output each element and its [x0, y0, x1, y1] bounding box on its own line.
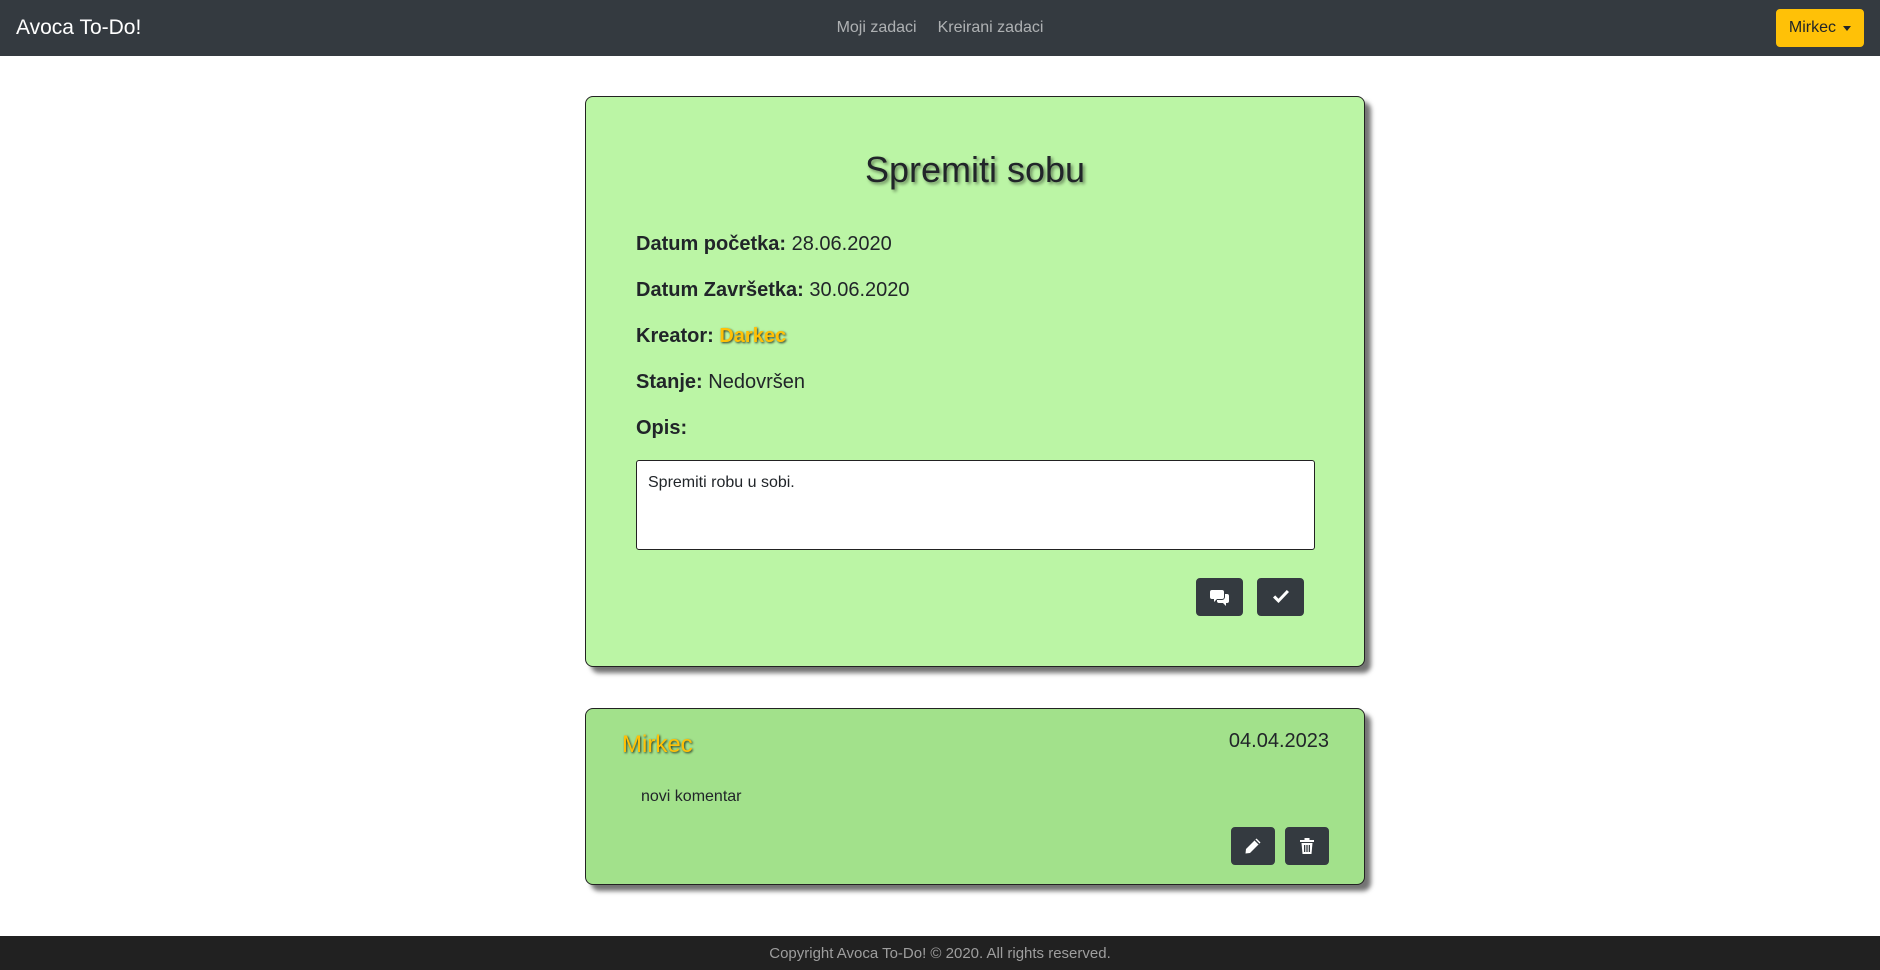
status-value: Nedovršen — [708, 371, 805, 393]
navbar: Avoca To-Do! Moji zadaci Kreirani zadaci… — [0, 0, 1880, 56]
footer: Copyright Avoca To-Do! © 2020. All right… — [0, 936, 1880, 970]
navbar-brand[interactable]: Avoca To-Do! — [16, 16, 141, 40]
nav-links: Moji zadaci Kreirani zadaci — [0, 0, 1880, 56]
status-row: Stanje: Nedovršen — [636, 369, 1314, 395]
task-actions — [1196, 578, 1304, 616]
comment-date: 04.04.2023 — [1228, 730, 1329, 752]
nav-link-kreirani-zadaci[interactable]: Kreirani zadaci — [938, 19, 1044, 37]
check-icon — [1272, 590, 1289, 603]
creator-label: Kreator: — [636, 325, 714, 347]
task-card: Spremiti sobu Datum početka: 28.06.2020 … — [585, 96, 1365, 667]
description-label: Opis: — [636, 417, 688, 439]
user-menu-label: Mirkec — [1788, 19, 1836, 36]
end-date-label: Datum Završetka: — [636, 279, 804, 301]
task-title: Spremiti sobu — [864, 149, 1086, 190]
caret-down-icon — [1843, 25, 1851, 31]
end-date-value: 30.06.2020 — [809, 279, 910, 301]
creator-link[interactable]: Darkec — [719, 325, 786, 347]
description-box[interactable]: Spremiti robu u sobi. — [636, 460, 1315, 550]
user-menu-button[interactable]: Mirkec — [1775, 9, 1864, 47]
end-date-row: Datum Završetka: 30.06.2020 — [636, 277, 1314, 303]
pencil-icon — [1245, 838, 1261, 854]
start-date-row: Datum početka: 28.06.2020 — [636, 231, 1314, 257]
delete-comment-button[interactable] — [1285, 827, 1329, 865]
comments-icon — [1209, 590, 1229, 606]
nav-link-moji-zadaci[interactable]: Moji zadaci — [837, 19, 917, 37]
comment-author[interactable]: Mirkec — [622, 731, 693, 759]
trash-icon — [1300, 838, 1314, 854]
status-label: Stanje: — [636, 371, 703, 393]
comment-actions — [1231, 827, 1329, 865]
start-date-value: 28.06.2020 — [791, 233, 892, 255]
comment-card: Mirkec 04.04.2023 novi komentar — [585, 708, 1365, 885]
footer-copyright: Copyright Avoca To-Do! © 2020. All right… — [769, 944, 1111, 962]
creator-row: Kreator: Darkec — [636, 323, 1314, 349]
complete-button[interactable] — [1257, 578, 1304, 616]
start-date-label: Datum početka: — [636, 233, 787, 255]
description-row: Opis: — [636, 415, 1314, 441]
edit-comment-button[interactable] — [1231, 827, 1275, 865]
comment-button[interactable] — [1196, 578, 1243, 616]
comment-text: novi komentar — [641, 788, 742, 805]
